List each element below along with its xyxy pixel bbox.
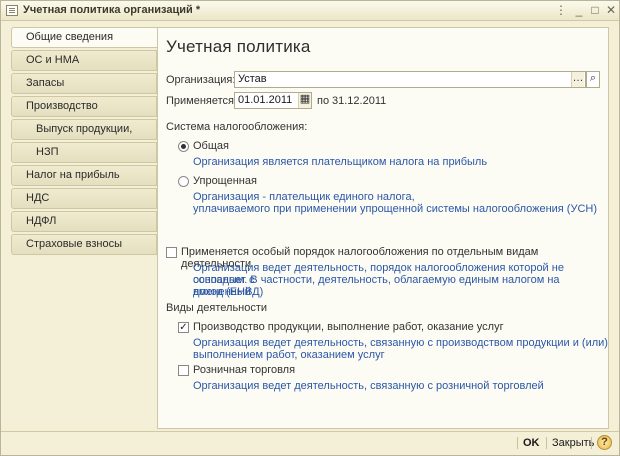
page-title: Учетная политика	[166, 37, 311, 56]
retail-label[interactable]: Розничная торговля	[193, 364, 295, 376]
sidebar-item-label: НЗП	[36, 146, 59, 158]
tax-general-label[interactable]: Общая	[193, 140, 229, 152]
organization-field[interactable]: Устав	[234, 71, 586, 88]
tax-simple-description-line2: уплачиваемого при применении упрощенной …	[193, 203, 598, 215]
tax-simple-radio[interactable]	[178, 176, 189, 187]
sidebar: Общие сведения ОС и НМА Запасы Производс…	[11, 27, 159, 257]
date-to-value: 31.12.2011	[332, 95, 387, 107]
sidebar-item-wip[interactable]: НЗП	[11, 142, 157, 163]
document-icon	[6, 5, 18, 16]
sidebar-item-vat[interactable]: НДС	[11, 188, 157, 209]
main-panel: Учетная политика Организация: Устав … ⌕ …	[157, 27, 609, 429]
sidebar-item-label: Общие сведения	[26, 31, 114, 43]
organization-label: Организация:	[166, 74, 236, 86]
sidebar-item-label: ОС и НМА	[26, 54, 80, 66]
tax-simple-label[interactable]: Упрощенная	[193, 175, 257, 187]
sidebar-item-label: Запасы	[26, 77, 65, 89]
select-ellipsis-button[interactable]: …	[571, 72, 584, 87]
ok-button[interactable]: OK	[523, 434, 540, 452]
production-description-line1: Организация ведет деятельность, связанну…	[193, 337, 608, 349]
sidebar-item-label: НДФЛ	[26, 215, 57, 227]
search-icon[interactable]: ⌕	[586, 71, 600, 88]
retail-checkbox[interactable]	[178, 365, 189, 376]
sidebar-item-inventory[interactable]: Запасы	[11, 73, 157, 94]
production-label[interactable]: Производство продукции, выполнение работ…	[193, 321, 504, 333]
sidebar-item-label: Страховые взносы	[26, 238, 122, 250]
calendar-icon[interactable]: ▦	[298, 93, 311, 108]
production-description-line2: выполнением работ, оказанием услуг	[193, 349, 385, 361]
sidebar-item-label: Производство	[26, 100, 98, 112]
close-button[interactable]: Закрыть	[552, 434, 594, 452]
window: Учетная политика организаций * ⋮ _ □ ✕ О…	[0, 0, 620, 456]
close-icon[interactable]: ✕	[603, 3, 619, 18]
help-button[interactable]: ?	[597, 435, 612, 450]
sidebar-item-label: НДС	[26, 192, 50, 204]
title-bar: Учетная политика организаций * ⋮ _ □ ✕	[1, 1, 619, 21]
activities-label: Виды деятельности	[166, 302, 268, 314]
sidebar-item-output[interactable]: Выпуск продукции, услуг	[11, 119, 157, 154]
tax-system-label: Система налогообложения:	[166, 121, 308, 133]
special-regime-checkbox[interactable]	[166, 247, 177, 258]
tax-general-radio[interactable]	[178, 141, 189, 152]
production-checkbox[interactable]: ✓	[178, 322, 189, 333]
footer-divider	[1, 431, 619, 432]
sidebar-item-fixed-assets[interactable]: ОС и НМА	[11, 50, 157, 71]
tax-general-description: Организация является плательщиком налога…	[193, 156, 488, 168]
sidebar-item-profit-tax[interactable]: Налог на прибыль	[11, 165, 157, 186]
to-label: по	[317, 95, 330, 107]
sidebar-item-general[interactable]: Общие сведения	[11, 27, 159, 48]
sidebar-item-label: Налог на прибыль	[26, 169, 120, 181]
sidebar-item-insurance[interactable]: Страховые взносы	[11, 234, 157, 255]
footer-divider	[546, 437, 547, 449]
menu-icon[interactable]: ⋮	[553, 3, 569, 18]
sidebar-item-production[interactable]: Производство	[11, 96, 157, 117]
footer-divider	[591, 437, 592, 449]
maximize-icon[interactable]: □	[587, 3, 603, 18]
minimize-icon[interactable]: _	[571, 3, 587, 18]
special-regime-description-line3: доход (ЕНВД)	[193, 286, 264, 298]
window-title: Учетная политика организаций *	[23, 4, 201, 16]
retail-description: Организация ведет деятельность, связанну…	[193, 380, 544, 392]
footer-divider	[517, 437, 518, 449]
sidebar-item-pit[interactable]: НДФЛ	[11, 211, 157, 232]
tax-simple-description-line1: Организация - плательщик единого налога,	[193, 191, 415, 203]
